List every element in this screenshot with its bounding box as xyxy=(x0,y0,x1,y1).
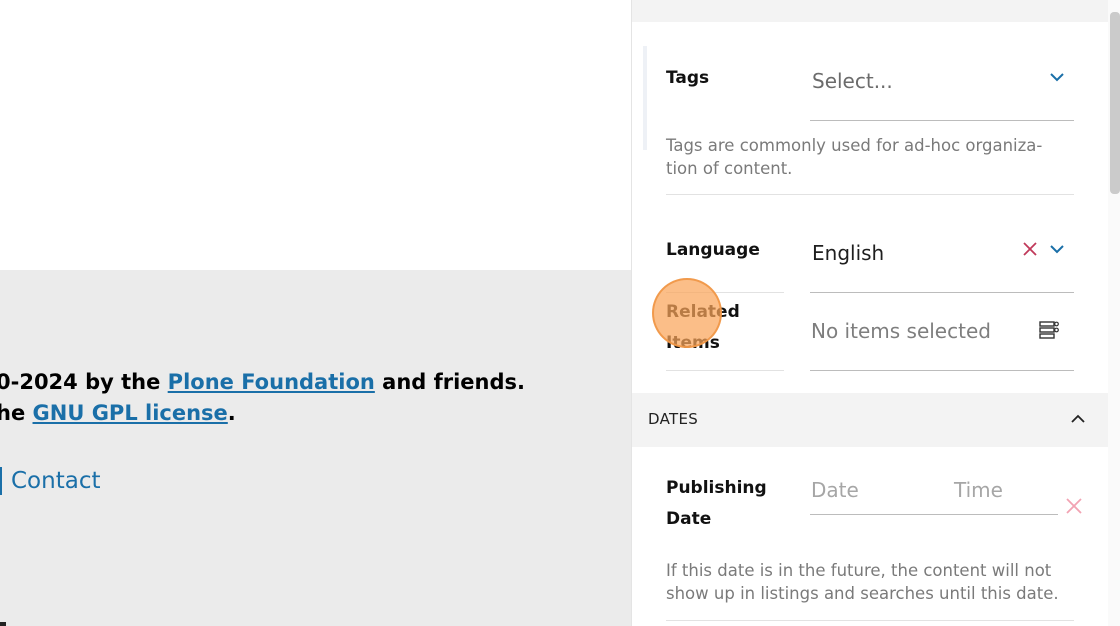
dates-section-header[interactable]: DATES xyxy=(632,393,1108,447)
language-select[interactable]: English xyxy=(812,241,884,265)
page-content: 0-2024 by the Plone Foundation and frien… xyxy=(0,0,632,626)
language-underline xyxy=(810,292,1074,293)
related-items-label-line2: Items xyxy=(666,333,720,353)
footer-copyright-line: 0-2024 by the Plone Foundation and frien… xyxy=(0,370,525,394)
footer-contact-link[interactable]: Contact xyxy=(0,467,100,495)
chevron-up-icon[interactable] xyxy=(1069,410,1087,428)
chevron-down-icon[interactable] xyxy=(1048,68,1066,86)
footer-text-fragment xyxy=(0,622,6,626)
plone-foundation-link[interactable]: Plone Foundation xyxy=(168,370,375,394)
related-items-label-line1: Related xyxy=(666,302,740,322)
metadata-sidebar: Tags Select... Tags are commonly used fo… xyxy=(631,0,1120,626)
section-header-above xyxy=(632,0,1108,22)
publishing-date-label-line1: Publishing xyxy=(666,478,767,498)
language-label: Language xyxy=(666,240,760,260)
chevron-down-icon[interactable] xyxy=(1048,240,1066,258)
field-divider xyxy=(666,620,1074,621)
footer-license-line: he GNU GPL license. xyxy=(0,401,236,425)
scrollbar-thumb[interactable] xyxy=(1110,12,1120,194)
field-divider xyxy=(666,292,784,293)
sidebar-scrollbar[interactable] xyxy=(1108,0,1120,626)
field-divider xyxy=(666,194,1074,195)
publishing-time-input[interactable]: Time xyxy=(954,478,1003,502)
related-items-field[interactable]: No items selected xyxy=(811,319,991,343)
object-browser-icon[interactable] xyxy=(1038,319,1060,341)
footer-copyright-prefix: 0-2024 by the xyxy=(0,370,168,394)
tags-help-text: Tags are commonly used for ad-hoc organi… xyxy=(666,136,1043,178)
footer-license-suffix: . xyxy=(227,401,236,425)
publishing-date-underline xyxy=(810,514,1058,515)
dates-section-title: DATES xyxy=(648,410,699,428)
gnu-gpl-license-link[interactable]: GNU GPL license xyxy=(33,401,228,425)
tags-label: Tags xyxy=(666,68,710,88)
field-focus-accent xyxy=(643,46,647,150)
related-items-underline xyxy=(810,370,1074,371)
publishing-date-label: Publishing Date xyxy=(666,473,767,535)
site-footer: 0-2024 by the Plone Foundation and frien… xyxy=(0,270,632,626)
field-divider xyxy=(666,370,784,371)
close-icon[interactable] xyxy=(1022,241,1038,257)
publishing-date-label-line2: Date xyxy=(666,509,712,529)
tags-underline xyxy=(810,120,1074,121)
footer-copyright-suffix: and friends. xyxy=(374,370,526,394)
publishing-date-input[interactable]: Date xyxy=(811,478,859,502)
footer-license-prefix: he xyxy=(0,401,26,425)
related-items-label: Related Items xyxy=(666,297,740,359)
tags-select[interactable]: Select... xyxy=(812,69,893,93)
close-icon[interactable] xyxy=(1064,496,1084,516)
publishing-date-help-text: If this date is in the future, the conte… xyxy=(666,561,1059,603)
